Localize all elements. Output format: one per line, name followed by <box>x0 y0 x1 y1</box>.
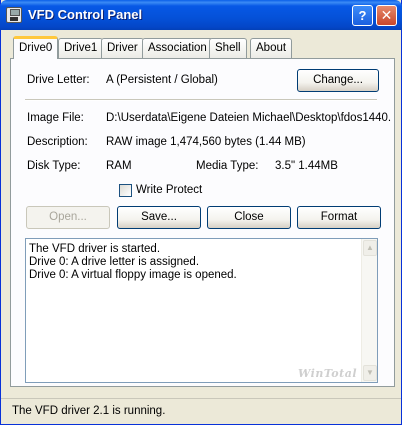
description-value: RAW image 1,474,560 bytes (1.44 MB) <box>106 136 306 148</box>
format-button[interactable]: Format <box>297 206 381 229</box>
media-type-label: Media Type: <box>196 160 259 172</box>
tab-drive1[interactable]: Drive1 <box>58 38 104 58</box>
close-button[interactable]: Close <box>207 206 291 229</box>
change-drive-letter-button[interactable]: Change... <box>297 69 379 92</box>
status-bar: The VFD driver 2.1 is running. <box>1 398 401 424</box>
scroll-down-arrow-icon[interactable]: ▼ <box>363 365 377 381</box>
log-line: Drive 0: A drive letter is assigned. <box>29 256 200 268</box>
log-textarea[interactable]: The VFD driver is started. Drive 0: A dr… <box>25 238 378 383</box>
tab-driver[interactable]: Driver <box>101 38 144 58</box>
drive-letter-value: A (Persistent / Global) <box>106 74 218 86</box>
status-text: The VFD driver 2.1 is running. <box>12 405 166 417</box>
scroll-up-arrow-icon[interactable]: ▲ <box>363 240 377 256</box>
drive-letter-label: Drive Letter: <box>27 74 90 86</box>
media-type-value: 3.5" 1.44MB <box>275 160 338 172</box>
disk-type-value: RAM <box>106 160 132 172</box>
write-protect-label[interactable]: Write Protect <box>136 184 202 196</box>
help-button[interactable]: ? <box>352 5 373 26</box>
log-line: The VFD driver is started. <box>29 243 161 255</box>
open-button[interactable]: Open... <box>26 206 110 229</box>
image-file-label: Image File: <box>27 112 84 124</box>
separator <box>25 99 377 101</box>
window-title: VFD Control Panel <box>28 7 143 22</box>
write-protect-checkbox[interactable] <box>119 184 132 197</box>
log-scrollbar[interactable]: ▲ ▼ <box>361 239 377 382</box>
description-label: Description: <box>27 136 88 148</box>
vfd-control-panel-window: VFD Control Panel ? ✕ Drive0 Drive1 Driv… <box>0 0 402 425</box>
save-button[interactable]: Save... <box>117 206 201 229</box>
tab-association[interactable]: Association <box>142 38 213 58</box>
image-file-value: D:\Userdata\Eigene Dateien Michael\Deskt… <box>106 112 392 124</box>
tab-drive0[interactable]: Drive0 <box>13 36 59 59</box>
title-bar[interactable]: VFD Control Panel ? ✕ <box>0 0 402 30</box>
close-window-button[interactable]: ✕ <box>376 5 397 26</box>
tab-about[interactable]: About <box>250 38 293 58</box>
wintotal-watermark: WinTotal <box>298 367 357 380</box>
disk-type-label: Disk Type: <box>27 160 81 172</box>
tab-shell[interactable]: Shell <box>209 38 247 58</box>
log-line: Drive 0: A virtual floppy image is opene… <box>29 269 237 281</box>
floppy-icon <box>6 7 22 23</box>
